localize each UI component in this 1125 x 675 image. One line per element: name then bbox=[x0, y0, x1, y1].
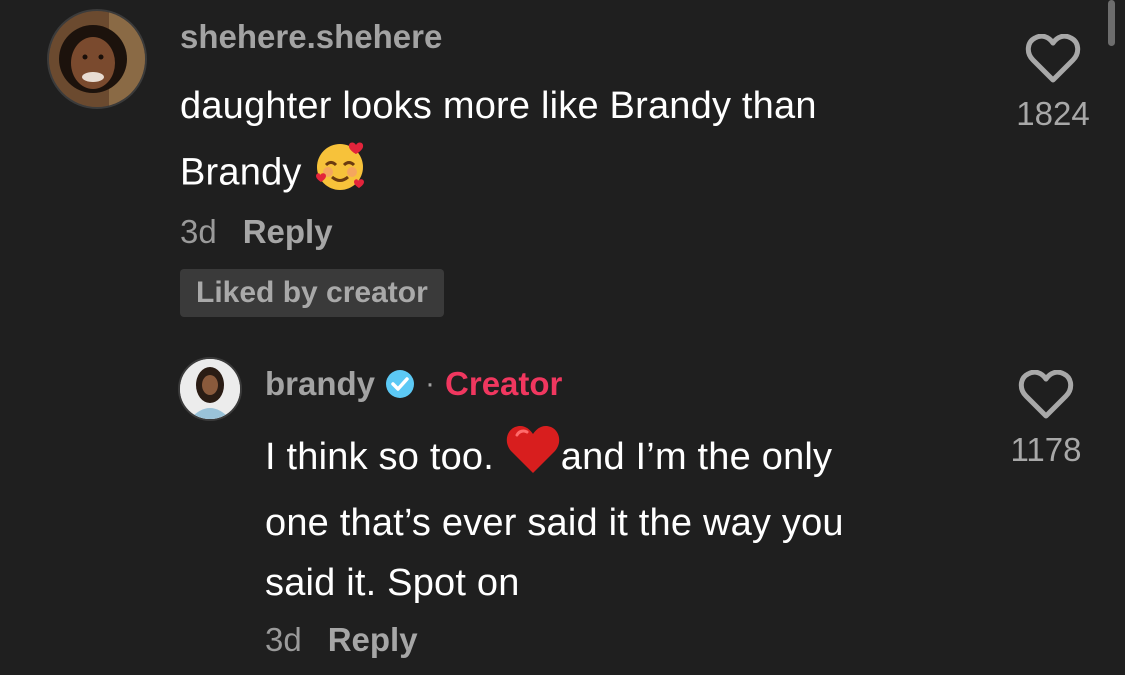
heart-outline-icon bbox=[1025, 34, 1081, 83]
separator-dot: · bbox=[425, 367, 436, 400]
reply-like-count: 1178 bbox=[1010, 431, 1082, 468]
liked-by-creator-badge: Liked by creator bbox=[180, 269, 444, 317]
reply-text-part: I think so too. bbox=[265, 436, 495, 479]
comment-text-line: daughter looks more like Brandy than bbox=[180, 85, 817, 127]
reply-age: 3d bbox=[265, 621, 302, 658]
like-count: 1824 bbox=[1016, 95, 1090, 132]
reply-button[interactable]: Reply bbox=[328, 621, 418, 658]
reply-text-line: I think so too. and I’m the only bbox=[265, 425, 985, 493]
reply-meta: 3d Reply bbox=[265, 620, 418, 660]
comment-text-word: Brandy bbox=[180, 151, 302, 194]
heart-outline-icon bbox=[1018, 370, 1074, 419]
like-button[interactable]: 1824 bbox=[1003, 34, 1103, 134]
creator-label: Creator bbox=[445, 365, 563, 402]
reply-text-line: one that’s ever said it the way you bbox=[265, 502, 844, 544]
reply-username[interactable]: brandy bbox=[265, 364, 375, 404]
comment-age: 3d bbox=[180, 213, 217, 250]
comment-meta: 3d Reply bbox=[180, 212, 333, 252]
avatar[interactable] bbox=[47, 9, 147, 109]
reply-like-button[interactable]: 1178 bbox=[996, 370, 1096, 470]
reply-text-part: and I’m the only bbox=[560, 436, 833, 479]
creator-avatar[interactable] bbox=[178, 357, 242, 421]
red-heart-icon bbox=[505, 425, 561, 493]
smiling-face-with-hearts-icon bbox=[312, 137, 368, 212]
reply-button[interactable]: Reply bbox=[243, 213, 333, 250]
comment-text: daughter looks more like Brandy than Bra… bbox=[180, 75, 980, 212]
comments-screen: shehere.shehere daughter looks more like… bbox=[0, 0, 1125, 675]
verified-badge-icon bbox=[385, 369, 415, 399]
creator-header: brandy · Creator bbox=[265, 364, 562, 404]
comment-text-line: Brandy bbox=[180, 137, 980, 212]
reply-text: I think so too. and I’m the only one tha… bbox=[265, 425, 985, 613]
comment-username[interactable]: shehere.shehere bbox=[180, 17, 442, 57]
reply-text-line: said it. Spot on bbox=[265, 562, 520, 604]
scrollbar[interactable] bbox=[1108, 0, 1115, 46]
